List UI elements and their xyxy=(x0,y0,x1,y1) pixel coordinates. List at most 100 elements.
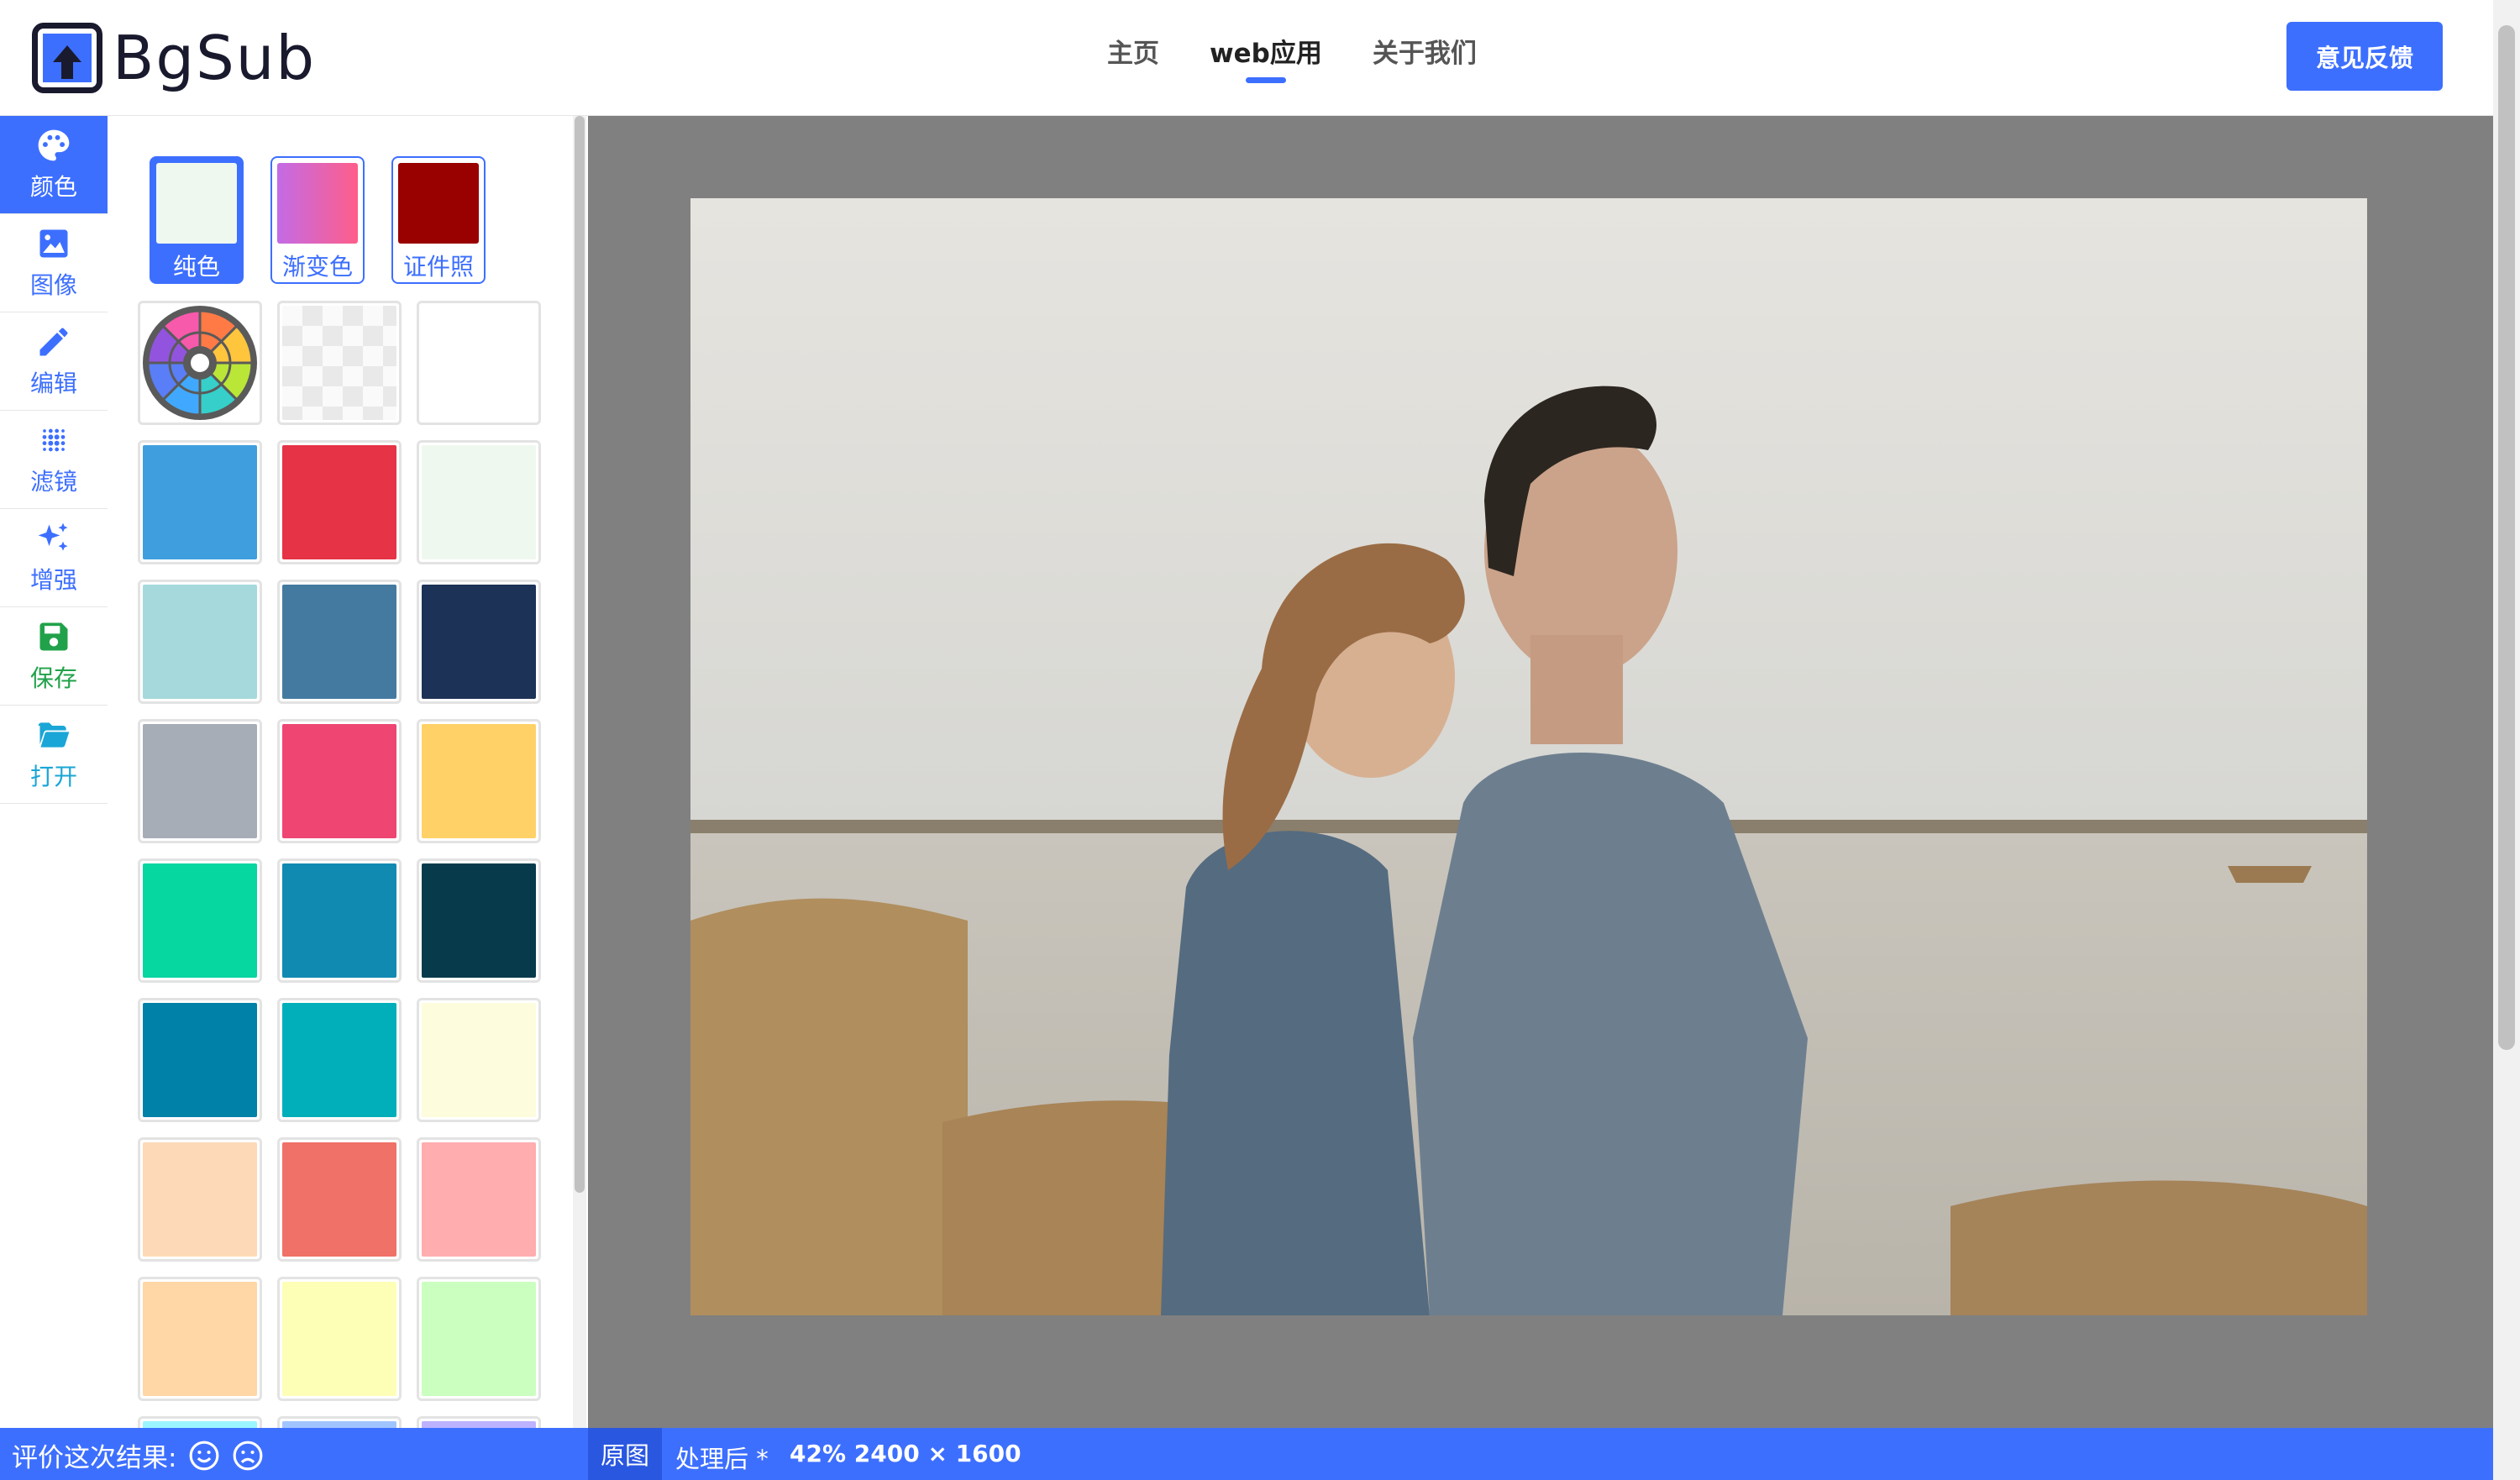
tool-open[interactable]: 打开 xyxy=(0,706,108,804)
color-swatch[interactable] xyxy=(417,1416,541,1428)
tool-image[interactable]: 图像 xyxy=(0,214,108,312)
color-swatch[interactable] xyxy=(277,580,402,704)
color-swatch[interactable] xyxy=(138,1277,262,1401)
tab-original[interactable]: 原图 xyxy=(588,1428,662,1480)
canvas-area[interactable] xyxy=(588,116,2493,1428)
tab-solid-color-label: 纯色 xyxy=(172,253,220,281)
color-swatch-fill xyxy=(143,863,257,978)
color-swatch-fill xyxy=(422,306,536,420)
logo-mark-icon xyxy=(32,23,102,93)
color-swatch[interactable] xyxy=(277,1277,402,1401)
color-swatch-fill xyxy=(282,724,396,838)
rate-label: 评价这次结果: xyxy=(12,1443,177,1473)
nav-home[interactable]: 主页 xyxy=(1107,32,1159,70)
tab-processed[interactable]: 处理后 * xyxy=(675,1440,769,1475)
color-swatch[interactable] xyxy=(138,1137,262,1262)
color-swatch-fill xyxy=(143,585,257,699)
nav-about-us[interactable]: 关于我们 xyxy=(1373,32,1477,70)
transparent-swatch[interactable] xyxy=(277,301,402,425)
tool-sidebar: 颜色 图像 编辑 滤镜 增强 保存 打开 xyxy=(0,116,108,1428)
color-swatch-fill xyxy=(422,1003,536,1117)
color-swatch[interactable] xyxy=(277,719,402,843)
id-photo-swatch xyxy=(398,163,479,244)
color-swatch[interactable] xyxy=(138,858,262,983)
photo-preview[interactable] xyxy=(690,198,2367,1315)
rate-result: 评价这次结果: xyxy=(12,1436,264,1474)
tab-solid-color[interactable]: 纯色 xyxy=(150,156,244,284)
color-swatch-fill xyxy=(422,585,536,699)
color-swatch[interactable] xyxy=(138,1416,262,1428)
tab-id-photo-label: 证件照 xyxy=(402,253,474,281)
sad-face-icon[interactable] xyxy=(232,1440,264,1472)
gradient-swatch xyxy=(277,163,358,244)
page-scrollbar[interactable] xyxy=(2493,0,2520,1480)
transparent-fill xyxy=(282,306,396,420)
tool-save[interactable]: 保存 xyxy=(0,607,108,706)
dots-filter-icon xyxy=(42,428,66,452)
color-swatch-fill xyxy=(422,724,536,838)
tool-edit-label: 编辑 xyxy=(29,370,77,397)
tool-color[interactable]: 颜色 xyxy=(0,116,108,214)
smile-face-icon[interactable] xyxy=(188,1440,220,1472)
color-swatch[interactable] xyxy=(417,580,541,704)
color-swatch-fill xyxy=(282,445,396,559)
color-panel: 纯色 渐变色 证件照 xyxy=(108,116,588,1428)
color-swatch-fill xyxy=(282,585,396,699)
feedback-button[interactable]: 意见反馈 xyxy=(2286,22,2443,91)
color-swatch-fill xyxy=(282,1003,396,1117)
image-icon xyxy=(39,229,68,258)
color-swatch-fill xyxy=(143,724,257,838)
color-swatch[interactable] xyxy=(138,998,262,1122)
color-swatch[interactable] xyxy=(138,580,262,704)
page-scrollbar-thumb[interactable] xyxy=(2498,25,2515,1050)
color-swatch[interactable] xyxy=(417,858,541,983)
nav-web-app[interactable]: web应用 xyxy=(1210,32,1322,83)
save-icon xyxy=(39,622,68,651)
color-wheel-picker[interactable] xyxy=(138,301,262,425)
color-swatch-fill xyxy=(282,1142,396,1257)
color-swatch[interactable] xyxy=(417,1137,541,1262)
color-swatch-fill xyxy=(422,1142,536,1257)
tool-color-label: 颜色 xyxy=(29,173,77,201)
color-swatch[interactable] xyxy=(277,440,402,564)
panel-scrollbar-thumb[interactable] xyxy=(575,116,585,1193)
folder-open-icon xyxy=(38,722,70,748)
top-header: BgSub 主页 web应用 关于我们 意见反馈 xyxy=(0,0,2493,116)
color-swatch-fill xyxy=(422,445,536,559)
tab-id-photo[interactable]: 证件照 xyxy=(391,156,486,284)
main-nav: 主页 web应用 关于我们 xyxy=(1107,32,1477,83)
color-swatch-fill xyxy=(282,1421,396,1428)
color-swatch[interactable] xyxy=(417,719,541,843)
color-swatch-fill xyxy=(143,1282,257,1396)
panel-scrollbar[interactable] xyxy=(573,116,586,1428)
color-swatch-fill xyxy=(422,1421,536,1428)
zoom-size-info: 42% 2400 × 1600 xyxy=(790,1440,1021,1467)
color-swatch[interactable] xyxy=(277,1416,402,1428)
color-wheel-icon xyxy=(143,306,257,420)
color-swatch[interactable] xyxy=(277,1137,402,1262)
tool-open-label: 打开 xyxy=(29,763,77,790)
color-swatch-fill xyxy=(143,1003,257,1117)
tool-enhance[interactable]: 增强 xyxy=(0,509,108,607)
color-swatch[interactable] xyxy=(138,719,262,843)
logo[interactable]: BgSub xyxy=(32,20,316,96)
pencil-icon xyxy=(39,328,68,356)
tool-image-label: 图像 xyxy=(29,271,77,299)
color-swatch-fill xyxy=(143,1142,257,1257)
color-swatch-fill xyxy=(143,445,257,559)
color-swatch[interactable] xyxy=(138,440,262,564)
tool-filter[interactable]: 滤镜 xyxy=(0,411,108,509)
color-swatch-grid xyxy=(138,301,541,1428)
color-swatch[interactable] xyxy=(277,998,402,1122)
tab-gradient[interactable]: 渐变色 xyxy=(270,156,365,284)
color-swatch[interactable] xyxy=(417,998,541,1122)
color-swatch-fill xyxy=(282,1282,396,1396)
tool-edit[interactable]: 编辑 xyxy=(0,312,108,411)
tab-gradient-label: 渐变色 xyxy=(281,253,353,281)
solid-color-swatch xyxy=(156,163,237,244)
tool-enhance-label: 增强 xyxy=(29,566,77,594)
color-swatch[interactable] xyxy=(417,440,541,564)
color-swatch[interactable] xyxy=(417,301,541,425)
color-swatch[interactable] xyxy=(417,1277,541,1401)
color-swatch[interactable] xyxy=(277,858,402,983)
